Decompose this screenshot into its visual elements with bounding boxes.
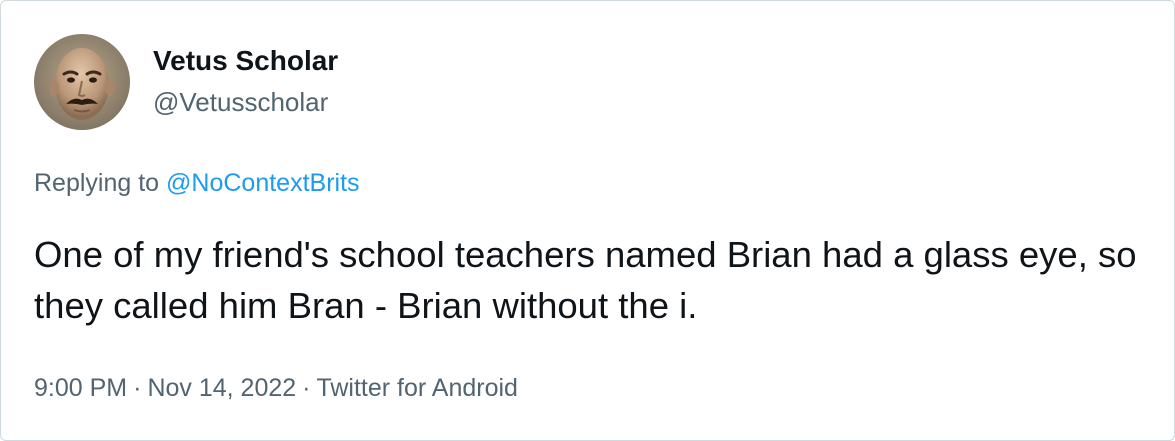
replying-to-line: Replying to @NoContextBrits bbox=[34, 167, 360, 199]
avatar[interactable] bbox=[34, 34, 130, 130]
tweet-text: One of my friend's school teachers named… bbox=[34, 234, 1137, 326]
meta-separator: · bbox=[302, 374, 311, 402]
tweet-card: Vetus Scholar @Vetusscholar Replying to … bbox=[0, 0, 1175, 441]
tweet-time[interactable]: 9:00 PM bbox=[34, 374, 127, 402]
tweet-metadata: 9:00 PM · Nov 14, 2022 · Twitter for Android bbox=[34, 372, 518, 404]
avatar-image bbox=[34, 34, 130, 130]
author-display-name[interactable]: Vetus Scholar bbox=[153, 45, 338, 77]
tweet-date[interactable]: Nov 14, 2022 bbox=[147, 374, 296, 402]
author-handle[interactable]: @Vetusscholar bbox=[153, 86, 328, 118]
replying-to-label: Replying to bbox=[34, 169, 160, 197]
meta-separator: · bbox=[133, 374, 142, 402]
replying-to-mention-link[interactable]: @NoContextBrits bbox=[166, 169, 360, 197]
tweet-source: Twitter for Android bbox=[316, 374, 518, 402]
